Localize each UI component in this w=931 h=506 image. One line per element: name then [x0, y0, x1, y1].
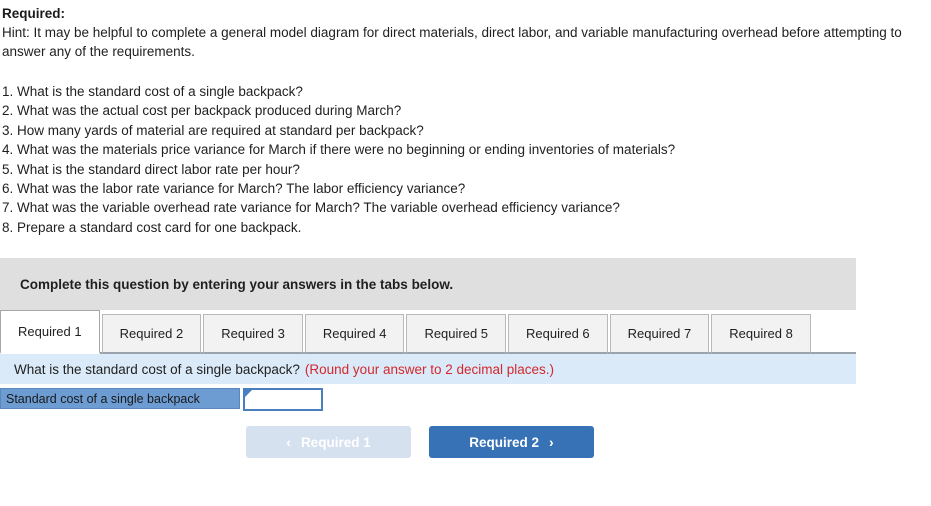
- prompt-question: What is the standard cost of a single ba…: [14, 361, 300, 377]
- tab-list: Required 1 Required 2 Required 3 Require…: [0, 310, 813, 355]
- tab-required-7[interactable]: Required 7: [609, 314, 710, 355]
- next-required-button[interactable]: Required 2 ›: [429, 426, 594, 459]
- next-button-label: Required 2: [469, 434, 540, 450]
- required-heading: Required:: [2, 6, 66, 21]
- requirement-item: 3. How many yards of material are requir…: [2, 122, 424, 138]
- chevron-left-icon: ‹: [286, 434, 291, 451]
- answer-input-cell[interactable]: [243, 388, 323, 412]
- tab-label: Required 1: [18, 324, 82, 340]
- requirement-item: 6. What was the labor rate variance for …: [2, 181, 466, 197]
- tab-label: Required 3: [221, 326, 285, 342]
- tab-label: Required 4: [322, 326, 387, 342]
- instruction-text: Complete this question by entering your …: [20, 276, 454, 292]
- requirement-item: 7. What was the variable overhead rate v…: [2, 200, 620, 216]
- tab-label: Required 7: [627, 326, 692, 342]
- tabs-container: Required 1 Required 2 Required 3 Require…: [0, 310, 856, 355]
- question-page: Required: Hint: It may be helpful to com…: [0, 0, 931, 506]
- chevron-right-icon: ›: [549, 434, 554, 451]
- cell-corner-marker-icon: [245, 390, 252, 398]
- prev-button-label: Required 1: [300, 434, 371, 450]
- navigation-row: ‹ Required 1 Required 2 ›: [0, 426, 856, 459]
- requirements-list: 1. What is the standard cost of a single…: [0, 82, 931, 237]
- answer-row: Standard cost of a single backpack: [0, 388, 856, 416]
- tab-required-5[interactable]: Required 5: [406, 314, 507, 355]
- prompt-rounding-note: (Round your answer to 2 decimal places.): [304, 361, 555, 377]
- tab-required-2[interactable]: Required 2: [101, 314, 202, 355]
- prev-required-button[interactable]: ‹ Required 1: [246, 426, 411, 459]
- requirement-item: 8. Prepare a standard cost card for one …: [2, 219, 302, 235]
- tab-label: Required 8: [729, 326, 793, 342]
- answer-label: Standard cost of a single backpack: [0, 388, 240, 410]
- question-prompt-row: What is the standard cost of a single ba…: [0, 354, 856, 385]
- instruction-bar: Complete this question by entering your …: [0, 258, 856, 311]
- tab-label: Required 6: [526, 326, 590, 342]
- standard-cost-input[interactable]: [245, 390, 321, 410]
- tab-label: Required 5: [424, 326, 489, 342]
- tab-label: Required 2: [119, 326, 184, 342]
- requirement-item: 5. What is the standard direct labor rat…: [2, 161, 300, 177]
- tab-required-4[interactable]: Required 4: [304, 314, 405, 355]
- requirement-item: 4. What was the materials price variance…: [2, 142, 676, 158]
- tab-required-8[interactable]: Required 8: [711, 314, 811, 355]
- tab-required-3[interactable]: Required 3: [203, 314, 303, 355]
- tab-required-1[interactable]: Required 1: [0, 310, 100, 355]
- hint-text: Hint: It may be helpful to complete a ge…: [2, 25, 902, 59]
- requirement-item: 2. What was the actual cost per backpack…: [2, 103, 402, 119]
- intro-block: Required: Hint: It may be helpful to com…: [0, 0, 931, 61]
- tab-required-6[interactable]: Required 6: [508, 314, 608, 355]
- requirement-item: 1. What is the standard cost of a single…: [2, 84, 303, 99]
